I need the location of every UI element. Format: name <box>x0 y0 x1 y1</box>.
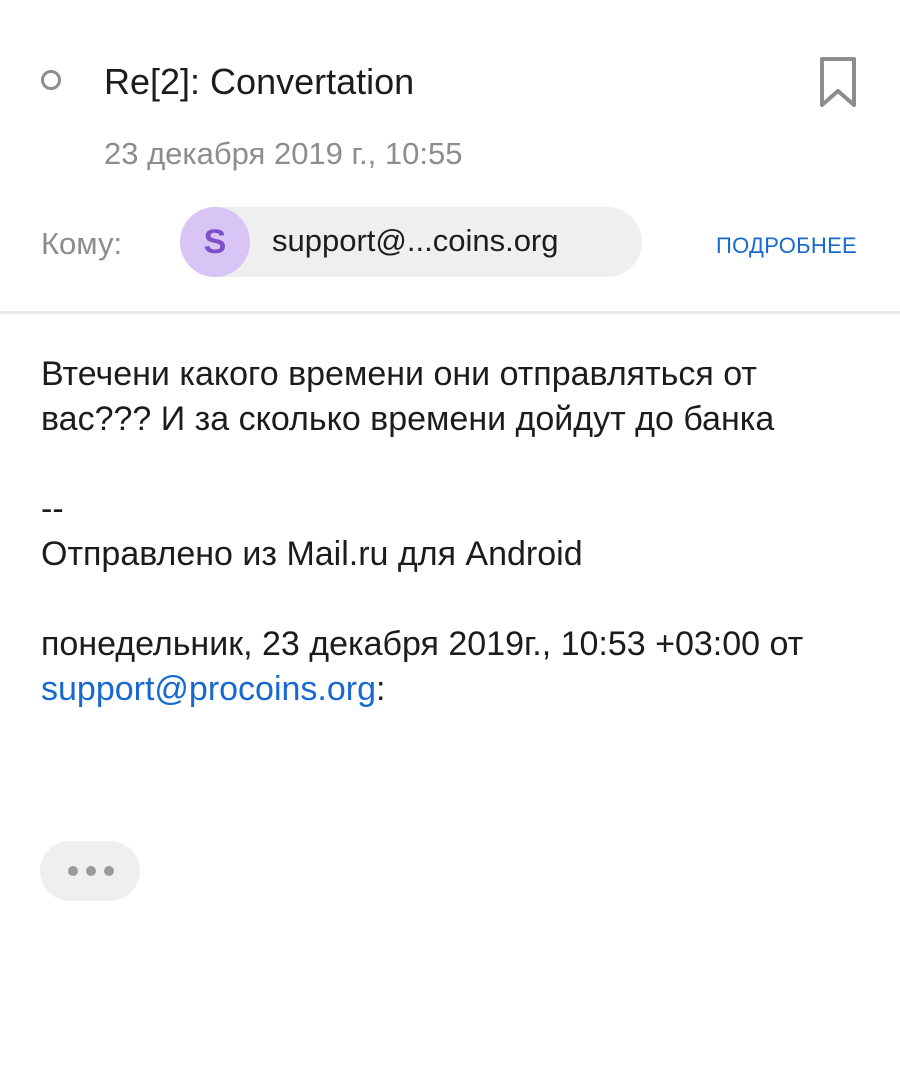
recipient-chip[interactable]: S support@...coins.org <box>180 207 642 277</box>
bookmark-icon[interactable] <box>816 55 860 109</box>
quote-email-link[interactable]: support@procoins.org <box>41 670 376 708</box>
email-date: 23 декабря 2019 г., 10:55 <box>104 136 463 171</box>
show-quoted-button[interactable] <box>40 841 140 901</box>
recipient-address: support@...coins.org <box>272 223 559 258</box>
quote-header-suffix: : <box>376 670 386 708</box>
signature-text: Отправлено из Mail.ru для Android <box>41 535 583 573</box>
details-link[interactable]: ПОДРОБНЕЕ <box>716 232 857 260</box>
avatar: S <box>180 207 250 277</box>
quote-header: понедельник, 23 декабря 2019г., 10:53 +0… <box>41 622 871 712</box>
signature-separator: -- <box>41 490 64 528</box>
email-header: Re[2]: Convertation 23 декабря 2019 г., … <box>0 0 900 314</box>
unread-toggle-icon[interactable] <box>41 70 61 90</box>
to-label: Кому: <box>41 226 123 261</box>
more-horizontal-icon <box>68 866 114 878</box>
message-text: Втечени какого времени они отправляться … <box>41 355 775 438</box>
quote-header-prefix: понедельник, 23 декабря 2019г., 10:53 +0… <box>41 625 804 663</box>
email-subject: Re[2]: Convertation <box>104 61 415 102</box>
email-body: Втечени какого времени они отправляться … <box>41 352 871 712</box>
email-view: Re[2]: Convertation 23 декабря 2019 г., … <box>0 0 900 1090</box>
